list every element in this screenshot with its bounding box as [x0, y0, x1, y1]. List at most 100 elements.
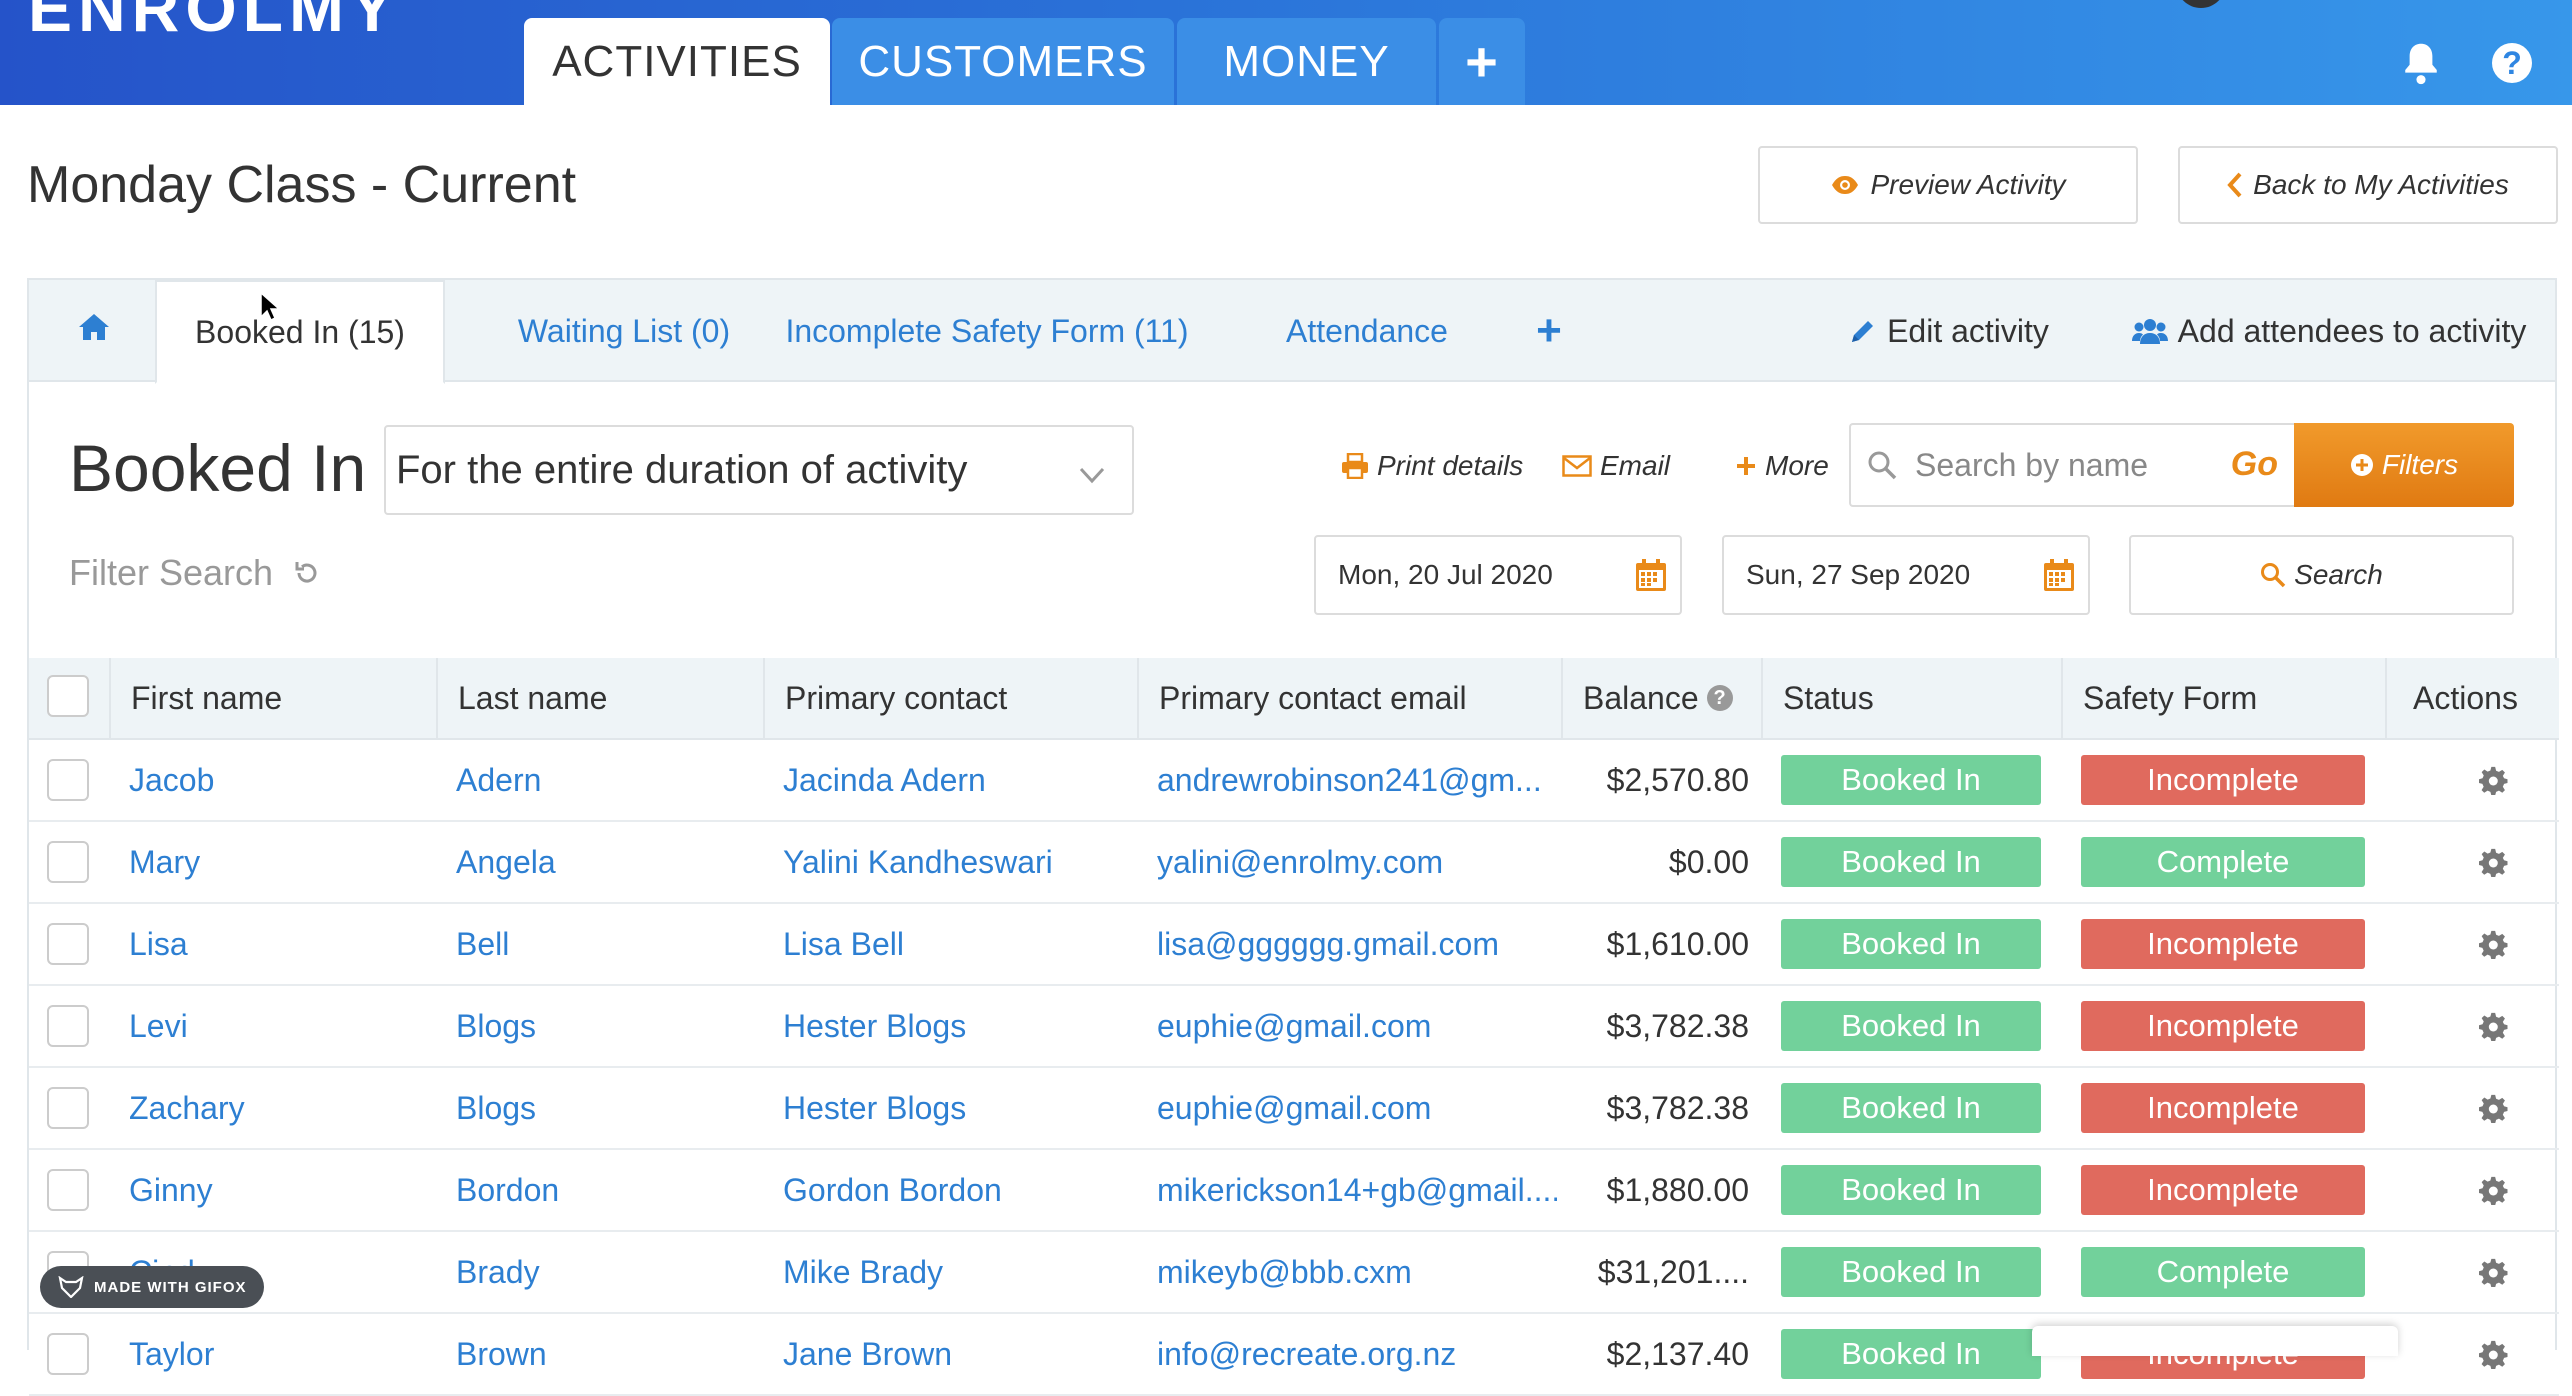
last-name-link[interactable]: Blogs	[456, 986, 756, 1066]
row-checkbox[interactable]	[47, 923, 89, 965]
tab-booked-in[interactable]: Booked In (15)	[155, 280, 445, 384]
end-date-field[interactable]: Sun, 27 Sep 2020	[1722, 535, 2090, 615]
tab-add-button[interactable]: +	[1519, 280, 1579, 382]
first-name-link[interactable]: Taylor	[129, 1314, 429, 1394]
safety-form-badge[interactable]: Complete	[2081, 837, 2365, 887]
last-name-link[interactable]: Blogs	[456, 1068, 756, 1148]
home-icon	[77, 312, 111, 350]
enrolmy-logo[interactable]: ENROLMY	[28, 0, 400, 46]
gear-icon[interactable]	[2479, 1011, 2509, 1046]
primary-email-link[interactable]: euphie@gmail.com	[1157, 1068, 1557, 1148]
primary-contact-link[interactable]: Lisa Bell	[783, 904, 1133, 984]
select-all-checkbox[interactable]	[47, 675, 89, 717]
user-avatar[interactable]	[2176, 0, 2226, 8]
row-checkbox[interactable]	[47, 1087, 89, 1129]
search-by-name-input[interactable]	[1913, 445, 2217, 485]
date-search-button[interactable]: Search	[2129, 535, 2514, 615]
tab-attendance[interactable]: Attendance	[1267, 280, 1467, 382]
status-badge: Booked In	[1781, 1165, 2041, 1215]
gear-icon[interactable]	[2479, 1175, 2509, 1210]
back-to-activities-button[interactable]: Back to My Activities	[2178, 146, 2558, 224]
safety-form-badge[interactable]: Incomplete	[2081, 1083, 2365, 1133]
row-checkbox[interactable]	[47, 1005, 89, 1047]
header-last-name[interactable]: Last name	[436, 658, 763, 738]
header-balance-label: Balance	[1583, 679, 1699, 716]
last-name-link[interactable]: Adern	[456, 740, 756, 820]
last-name-link[interactable]: Brady	[456, 1232, 756, 1312]
go-button[interactable]: Go	[2231, 445, 2278, 484]
header-balance[interactable]: Balance ?	[1561, 658, 1761, 738]
primary-email-link[interactable]: mikerickson14+gb@gmail....	[1157, 1150, 1557, 1230]
header-first-name[interactable]: First name	[109, 658, 436, 738]
safety-form-badge[interactable]: Incomplete	[2081, 1165, 2365, 1215]
help-icon[interactable]: ?	[2489, 40, 2535, 86]
first-name-link[interactable]: Jacob	[129, 740, 429, 820]
safety-form-badge[interactable]: Incomplete	[2081, 919, 2365, 969]
duration-select[interactable]: For the entire duration of activity	[384, 425, 1134, 515]
start-date-field[interactable]: Mon, 20 Jul 2020	[1314, 535, 1682, 615]
nav-tab-customers[interactable]: CUSTOMERS	[832, 18, 1174, 105]
print-details-button[interactable]: Print details	[1341, 450, 1523, 482]
first-name-link[interactable]: Mary	[129, 822, 429, 902]
first-name-link[interactable]: Lisa	[129, 904, 429, 984]
row-checkbox[interactable]	[47, 1169, 89, 1211]
add-attendees-button[interactable]: Add attendees to activity	[2119, 280, 2539, 382]
safety-form-badge[interactable]: Incomplete	[2081, 755, 2365, 805]
header-safety-form[interactable]: Safety Form	[2061, 658, 2385, 738]
bell-icon[interactable]	[2398, 40, 2444, 86]
calendar-icon[interactable]	[1634, 557, 1668, 600]
nav-tab-add[interactable]: +	[1439, 18, 1525, 105]
primary-contact-link[interactable]: Yalini Kandheswari	[783, 822, 1133, 902]
primary-email-link[interactable]: andrewrobinson241@gm...	[1157, 740, 1557, 820]
primary-email-link[interactable]: lisa@gggggg.gmail.com	[1157, 904, 1557, 984]
first-name-link[interactable]: Ginny	[129, 1150, 429, 1230]
tab-home[interactable]	[49, 280, 139, 382]
primary-email-link[interactable]: info@recreate.org.nz	[1157, 1314, 1557, 1394]
safety-form-badge[interactable]: Incomplete	[2081, 1001, 2365, 1051]
primary-email-link[interactable]: euphie@gmail.com	[1157, 986, 1557, 1066]
tab-incomplete-safety-form[interactable]: Incomplete Safety Form (11)	[777, 280, 1197, 382]
primary-contact-link[interactable]: Jane Brown	[783, 1314, 1133, 1394]
primary-email-link[interactable]: mikeyb@bbb.cxm	[1157, 1232, 1557, 1312]
header-status[interactable]: Status	[1761, 658, 2061, 738]
primary-contact-link[interactable]: Mike Brady	[783, 1232, 1133, 1312]
safety-form-badge[interactable]: Complete	[2081, 1247, 2365, 1297]
gear-icon[interactable]	[2479, 929, 2509, 964]
header-primary-email[interactable]: Primary contact email	[1137, 658, 1561, 738]
header-primary-contact[interactable]: Primary contact	[763, 658, 1137, 738]
more-button[interactable]: More	[1735, 450, 1829, 482]
filters-button[interactable]: Filters	[2294, 423, 2514, 507]
back-to-activities-label: Back to My Activities	[2253, 169, 2509, 200]
header-status-label: Status	[1783, 679, 1874, 716]
tab-waiting-list[interactable]: Waiting List (0)	[489, 280, 759, 382]
nav-tab-activities[interactable]: ACTIVITIES	[524, 18, 830, 105]
row-checkbox[interactable]	[47, 759, 89, 801]
primary-email-link[interactable]: yalini@enrolmy.com	[1157, 822, 1557, 902]
primary-contact-link[interactable]: Hester Blogs	[783, 1068, 1133, 1148]
gear-icon[interactable]	[2479, 1339, 2509, 1374]
email-button[interactable]: Email	[1562, 450, 1670, 482]
calendar-icon[interactable]	[2042, 557, 2076, 600]
question-circle-icon[interactable]: ?	[1706, 685, 1733, 711]
primary-contact-link[interactable]: Hester Blogs	[783, 986, 1133, 1066]
last-name-link[interactable]: Angela	[456, 822, 756, 902]
first-name-link[interactable]: Levi	[129, 986, 429, 1066]
gear-icon[interactable]	[2479, 1257, 2509, 1292]
gear-icon[interactable]	[2479, 765, 2509, 800]
primary-contact-link[interactable]: Gordon Bordon	[783, 1150, 1133, 1230]
edit-activity-button[interactable]: Edit activity	[1829, 280, 2069, 382]
table-row: Levi Blogs Hester Blogs euphie@gmail.com $3,…	[29, 986, 2559, 1068]
refresh-icon[interactable]	[293, 559, 321, 587]
primary-contact-link[interactable]: Jacinda Adern	[783, 740, 1133, 820]
gear-icon[interactable]	[2479, 1093, 2509, 1128]
first-name-link[interactable]: Zachary	[129, 1068, 429, 1148]
gear-icon[interactable]	[2479, 847, 2509, 882]
row-checkbox[interactable]	[47, 1333, 89, 1375]
nav-tab-money[interactable]: MONEY	[1177, 18, 1436, 105]
last-name-link[interactable]: Bell	[456, 904, 756, 984]
row-checkbox[interactable]	[47, 841, 89, 883]
header-primary-email-label: Primary contact email	[1159, 679, 1467, 716]
last-name-link[interactable]: Brown	[456, 1314, 756, 1394]
preview-activity-button[interactable]: Preview Activity	[1758, 146, 2138, 224]
last-name-link[interactable]: Bordon	[456, 1150, 756, 1230]
